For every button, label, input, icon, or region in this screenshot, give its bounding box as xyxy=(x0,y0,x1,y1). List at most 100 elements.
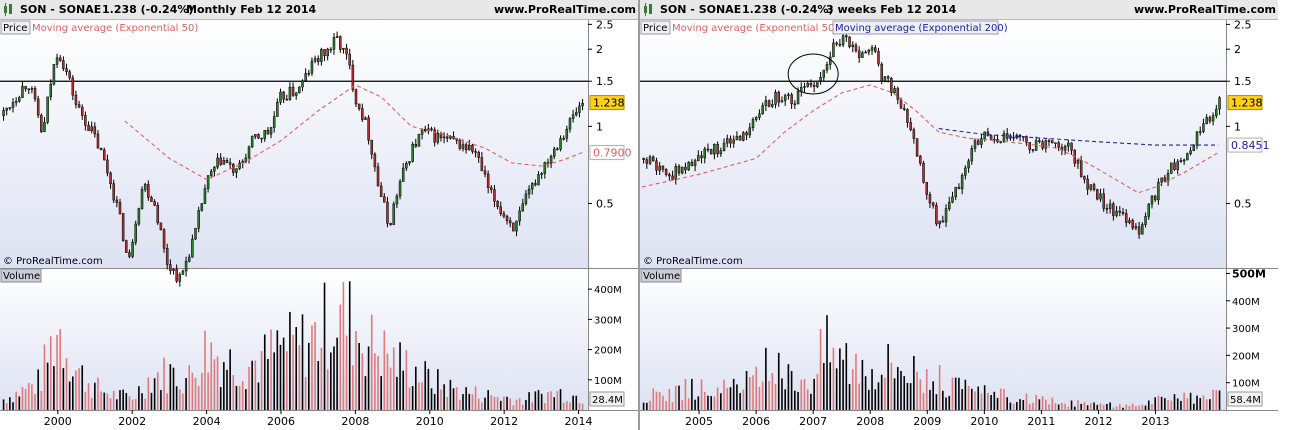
candle-body xyxy=(1211,115,1215,122)
candle-body xyxy=(906,109,909,123)
volume-bar xyxy=(317,360,320,410)
candle-body xyxy=(468,144,471,151)
volume-bar xyxy=(884,377,886,410)
candle-body xyxy=(307,72,311,75)
candle-body xyxy=(383,196,386,203)
volume-bar xyxy=(1083,401,1086,410)
volume-bar xyxy=(521,404,524,410)
brand-link[interactable]: www.ProRealTime.com xyxy=(1134,3,1276,16)
candle-body xyxy=(812,84,816,87)
ema50-badge: 0.7900 xyxy=(593,147,632,160)
candle-body xyxy=(1009,136,1012,139)
volume-bar xyxy=(777,352,780,410)
last-price-badge: 1.238 xyxy=(593,97,625,110)
candle-body xyxy=(909,122,912,130)
candle-body xyxy=(414,144,418,147)
volume-bar xyxy=(53,366,55,410)
candle-body xyxy=(96,133,100,149)
left-chart-canvas[interactable]: 2.5 2 1.5 1 0.5 400M 300M 200M 100M 2000 2002 2004 2… xyxy=(0,20,638,430)
volume-bar xyxy=(745,370,748,410)
volume-bar xyxy=(138,386,140,410)
volume-bar xyxy=(367,346,370,410)
volume-bar xyxy=(768,381,770,410)
candle-body xyxy=(386,201,389,224)
volume-bar xyxy=(512,405,515,410)
volume-bar xyxy=(1099,403,1102,410)
volume-bar xyxy=(525,400,527,410)
candle-body xyxy=(806,82,809,87)
candle-body xyxy=(729,138,732,144)
candle-body xyxy=(780,100,784,103)
volume-bar xyxy=(1035,395,1037,410)
candle-body xyxy=(313,58,317,62)
volume-bar xyxy=(116,399,118,410)
volume-bar xyxy=(106,393,109,410)
candle-body xyxy=(71,77,75,96)
candle-body xyxy=(216,157,219,168)
candle-body xyxy=(886,76,890,79)
candle-body xyxy=(980,138,983,145)
candle-body xyxy=(99,148,103,151)
candle-body xyxy=(345,47,348,55)
candle-body xyxy=(156,204,160,224)
date-axis-label: 2009 xyxy=(913,415,941,428)
volume-bar xyxy=(1205,399,1208,410)
volume-axis-label: 200M xyxy=(594,346,622,357)
candle-body xyxy=(191,238,194,258)
candle-body xyxy=(147,184,150,198)
right-chart-canvas[interactable]: 2.5 2 1.5 1 0.5 500M 400M 300M 200M 100M 2005 2006 2… xyxy=(640,20,1278,430)
volume-bar xyxy=(197,385,200,410)
volume-bar xyxy=(919,379,922,410)
candle-body xyxy=(30,88,34,90)
volume-bar xyxy=(1160,396,1163,410)
candle-body xyxy=(464,144,468,151)
date-axis-label: 2006 xyxy=(267,415,295,428)
volume-bar xyxy=(81,365,84,410)
candle-body xyxy=(282,91,285,100)
volume-bar xyxy=(260,351,263,410)
volume-bar xyxy=(31,384,33,410)
volume-bar xyxy=(119,390,121,410)
candle-body xyxy=(1121,211,1125,214)
volume-bar xyxy=(465,387,467,410)
volume-bar xyxy=(27,383,30,410)
brand-link[interactable]: www.ProRealTime.com xyxy=(494,3,636,16)
volume-bar xyxy=(5,403,8,410)
volume-bar xyxy=(487,390,489,410)
candle-body xyxy=(263,129,266,139)
candle-body xyxy=(655,160,658,171)
volume-bar xyxy=(301,314,304,410)
candle-body xyxy=(556,148,559,151)
candle-body xyxy=(150,197,153,202)
candle-body xyxy=(658,165,661,171)
volume-bar xyxy=(1215,389,1218,410)
volume-bar xyxy=(1170,400,1173,410)
volume-bar xyxy=(540,393,543,410)
ema200-badge: 0.8451 xyxy=(1231,139,1270,152)
volume-bar xyxy=(194,377,197,410)
volume-bar xyxy=(855,353,857,410)
candle-body xyxy=(269,127,273,135)
volume-bar xyxy=(112,390,115,410)
volume-bar xyxy=(1167,400,1169,410)
volume-bar xyxy=(1209,399,1211,410)
volume-bar xyxy=(323,282,326,410)
volume-bar xyxy=(572,395,574,410)
volume-bar xyxy=(150,392,153,410)
volume-bar xyxy=(800,379,803,410)
volume-bar xyxy=(330,352,332,410)
candle-body xyxy=(131,241,134,257)
candle-body xyxy=(417,134,421,147)
watermark: © ProRealTime.com xyxy=(643,256,743,267)
candle-body xyxy=(49,83,53,98)
volume-bar xyxy=(182,393,184,410)
candle-body xyxy=(861,52,864,58)
candle-body xyxy=(52,64,56,85)
candle-body xyxy=(575,112,578,116)
volume-bar xyxy=(990,394,992,410)
candle-body xyxy=(1192,145,1196,152)
volume-bar xyxy=(553,397,556,410)
volume-bar xyxy=(694,399,696,410)
candle-body xyxy=(832,42,835,58)
volume-bar xyxy=(729,387,732,410)
